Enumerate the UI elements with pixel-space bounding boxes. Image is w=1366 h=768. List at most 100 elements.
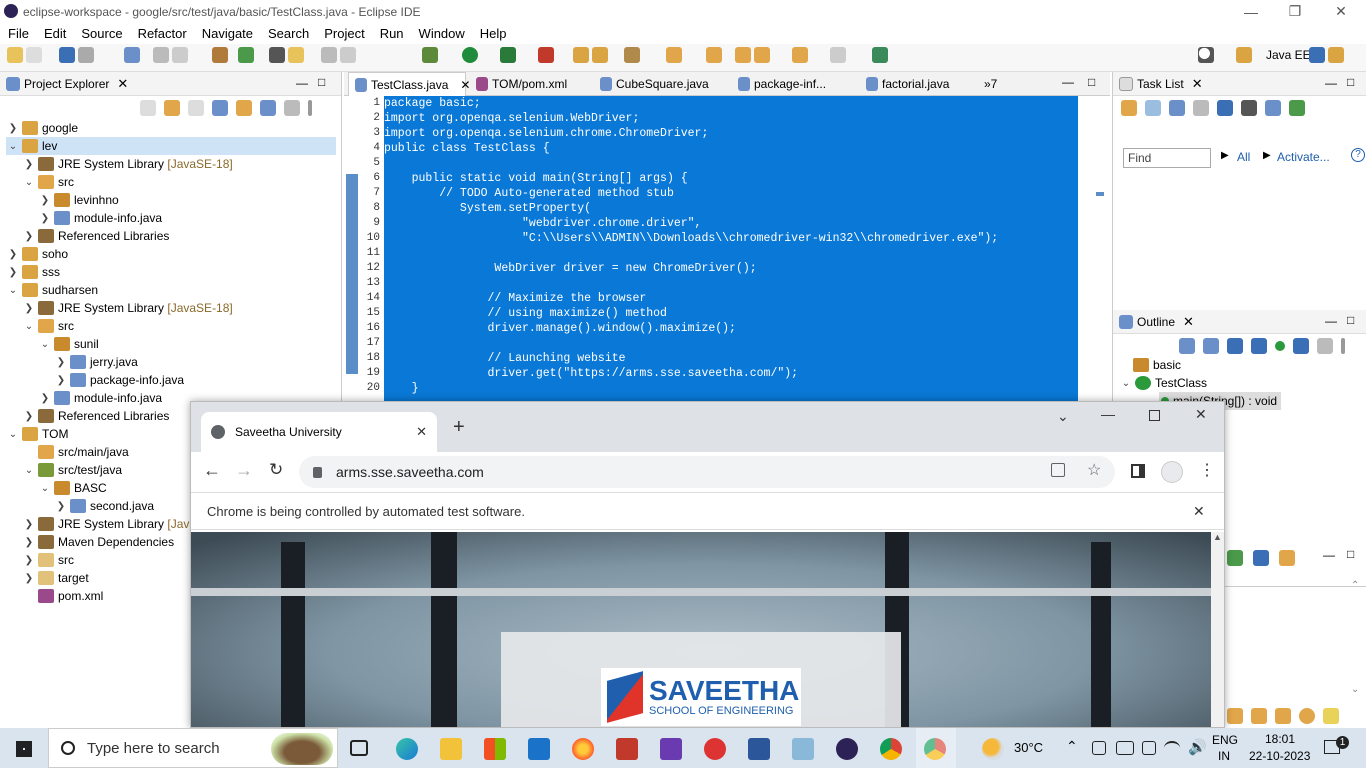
chevron-right-icon[interactable]: ❯: [38, 195, 52, 206]
run-icon[interactable]: [462, 47, 478, 63]
chevron-down-icon[interactable]: ⌄: [22, 177, 36, 188]
up-icon[interactable]: [188, 100, 204, 116]
tree-package-levinhno[interactable]: ❯ levinhno: [38, 191, 119, 209]
maximize-view-icon[interactable]: □: [1347, 547, 1354, 561]
menu-search[interactable]: Search: [260, 26, 316, 41]
edit-icon[interactable]: [1275, 708, 1291, 724]
outline-package[interactable]: basic: [1131, 356, 1181, 374]
chrome-tab[interactable]: Saveetha University ✕: [201, 412, 437, 452]
tree-project-sudharsen[interactable]: ⌄ sudharsen: [6, 281, 98, 299]
hide-local-types-icon[interactable]: [1293, 338, 1309, 354]
task-filter-all[interactable]: All: [1237, 150, 1250, 164]
taskbar-search-box[interactable]: Type here to search: [48, 728, 338, 768]
last-edit-icon[interactable]: [734, 47, 751, 63]
view-menu-icon[interactable]: [308, 100, 312, 116]
clock-time[interactable]: 18:01: [1265, 732, 1295, 746]
task-activate-link[interactable]: Activate...: [1277, 150, 1330, 164]
chevron-down-icon[interactable]: ⌄: [6, 141, 20, 152]
chevron-right-icon[interactable]: ❯: [6, 267, 20, 278]
profile-avatar[interactable]: [1161, 461, 1183, 483]
tree-project-lev[interactable]: ⌄ lev: [6, 137, 336, 155]
eclipse-taskbar-icon[interactable]: [836, 738, 858, 760]
search-global-icon[interactable]: [1198, 47, 1214, 63]
forward-edit-icon[interactable]: [753, 47, 770, 63]
filter-icon[interactable]: [260, 100, 276, 116]
tab-pom-xml[interactable]: TOM/pom.xml: [472, 72, 567, 96]
language-eng[interactable]: ENG: [1212, 733, 1238, 747]
chrome-menu-icon[interactable]: ⋮: [1199, 460, 1215, 480]
tree-project-google[interactable]: ❯ google: [6, 119, 78, 137]
tab-search-icon[interactable]: ⌄: [1057, 408, 1069, 425]
file-explorer-icon[interactable]: [440, 738, 462, 760]
scheduled-icon[interactable]: [1169, 100, 1185, 116]
task-list-tab[interactable]: Task List ✕ — □: [1113, 72, 1366, 96]
chevron-down-icon[interactable]: ⌄: [38, 483, 52, 494]
tab-package-info[interactable]: package-inf...: [734, 72, 826, 96]
word-icon[interactable]: [748, 738, 770, 760]
tree-src-main-java[interactable]: src/main/java: [22, 443, 129, 461]
help-icon[interactable]: ?: [1351, 148, 1365, 162]
address-bar[interactable]: arms.sse.saveetha.com ☆: [299, 456, 1115, 488]
tab-overflow[interactable]: »7: [984, 72, 997, 96]
chevron-right-icon[interactable]: ❯: [54, 357, 68, 368]
reload-icon[interactable]: ↻: [269, 460, 283, 480]
chevron-right-icon[interactable]: ❯: [22, 159, 36, 170]
pin-icon[interactable]: [320, 47, 337, 63]
clipchamp-icon[interactable]: [660, 738, 682, 760]
debug-icon[interactable]: [422, 47, 438, 63]
tree-src[interactable]: ❯ src: [22, 551, 74, 569]
tree-package-basc[interactable]: ⌄ BASC: [38, 479, 107, 497]
sort-icon[interactable]: [1203, 338, 1219, 354]
chevron-right-icon[interactable]: ❯: [22, 555, 36, 566]
maximize-view-icon[interactable]: □: [318, 75, 325, 89]
chevron-down-icon[interactable]: ⌄: [22, 321, 36, 332]
tree-maven-dependencies[interactable]: ❯ Maven Dependencies: [22, 533, 174, 551]
app-sipgs-icon[interactable]: [616, 738, 638, 760]
open-perspective-icon[interactable]: [1236, 47, 1252, 63]
chevron-right-icon[interactable]: ❯: [22, 303, 36, 314]
menu-file[interactable]: File: [0, 26, 36, 41]
tree-file-package-info[interactable]: ❯ package-info.java: [54, 371, 184, 389]
app-red-icon[interactable]: [704, 738, 726, 760]
sync-icon[interactable]: [284, 100, 300, 116]
code-editor[interactable]: package basic; import org.openqa.seleniu…: [384, 96, 1078, 402]
scroll-down-icon[interactable]: ⌄: [1351, 684, 1359, 695]
tab-testclass[interactable]: TestClass.java ✕: [348, 72, 470, 96]
hide-static-icon[interactable]: [1251, 338, 1267, 354]
tab-factorial[interactable]: factorial.java: [862, 72, 949, 96]
menu-run[interactable]: Run: [372, 26, 411, 41]
back-arrow-icon[interactable]: ←: [203, 460, 221, 481]
coverage-icon[interactable]: [500, 47, 516, 63]
new-task-icon[interactable]: [1121, 100, 1137, 116]
chevron-right-icon[interactable]: ❯: [22, 231, 36, 242]
collapse-all-icon[interactable]: [1179, 338, 1195, 354]
tree-module-info[interactable]: ❯ module-info.java: [38, 209, 162, 227]
debug-toggle-icon[interactable]: [77, 47, 94, 63]
tip-icon[interactable]: [1323, 708, 1339, 724]
tree-jre-library[interactable]: ❯ JRE System Library [JavaS: [22, 515, 204, 533]
print-icon[interactable]: [171, 47, 188, 63]
menu-help[interactable]: Help: [472, 26, 514, 41]
tree-project-tom[interactable]: ⌄ TOM: [6, 425, 68, 443]
open-task-icon[interactable]: [591, 47, 608, 63]
chevron-right-icon[interactable]: ❯: [54, 375, 68, 386]
external-tools-icon[interactable]: [538, 47, 554, 63]
redo-icon[interactable]: [25, 47, 42, 63]
scroll-up-icon[interactable]: ⌃: [1351, 580, 1359, 591]
menu-window[interactable]: Window: [411, 26, 472, 41]
play-icon[interactable]: ▶: [1221, 150, 1229, 161]
weather-temp[interactable]: 30°C: [1014, 740, 1043, 755]
highlight-icon[interactable]: [287, 47, 304, 63]
tree-jre-library[interactable]: ❯ JRE System Library [JavaSE-18]: [22, 299, 233, 317]
play-icon[interactable]: ▶: [1263, 150, 1271, 161]
chevron-right-icon[interactable]: ❯: [54, 501, 68, 512]
overview-ruler-marker[interactable]: [1096, 192, 1104, 196]
perspective-java-ee[interactable]: Java EE: [1266, 48, 1311, 62]
next-annotation-icon[interactable]: [666, 47, 682, 63]
chevron-right-icon[interactable]: ❯: [6, 123, 20, 134]
chevron-up-icon[interactable]: ⌃: [1066, 738, 1078, 755]
menu-navigate[interactable]: Navigate: [194, 26, 260, 41]
chrome-minimize-button[interactable]: —: [1101, 406, 1115, 422]
chevron-right-icon[interactable]: ❯: [38, 213, 52, 224]
page-scrollbar[interactable]: [1211, 532, 1224, 727]
